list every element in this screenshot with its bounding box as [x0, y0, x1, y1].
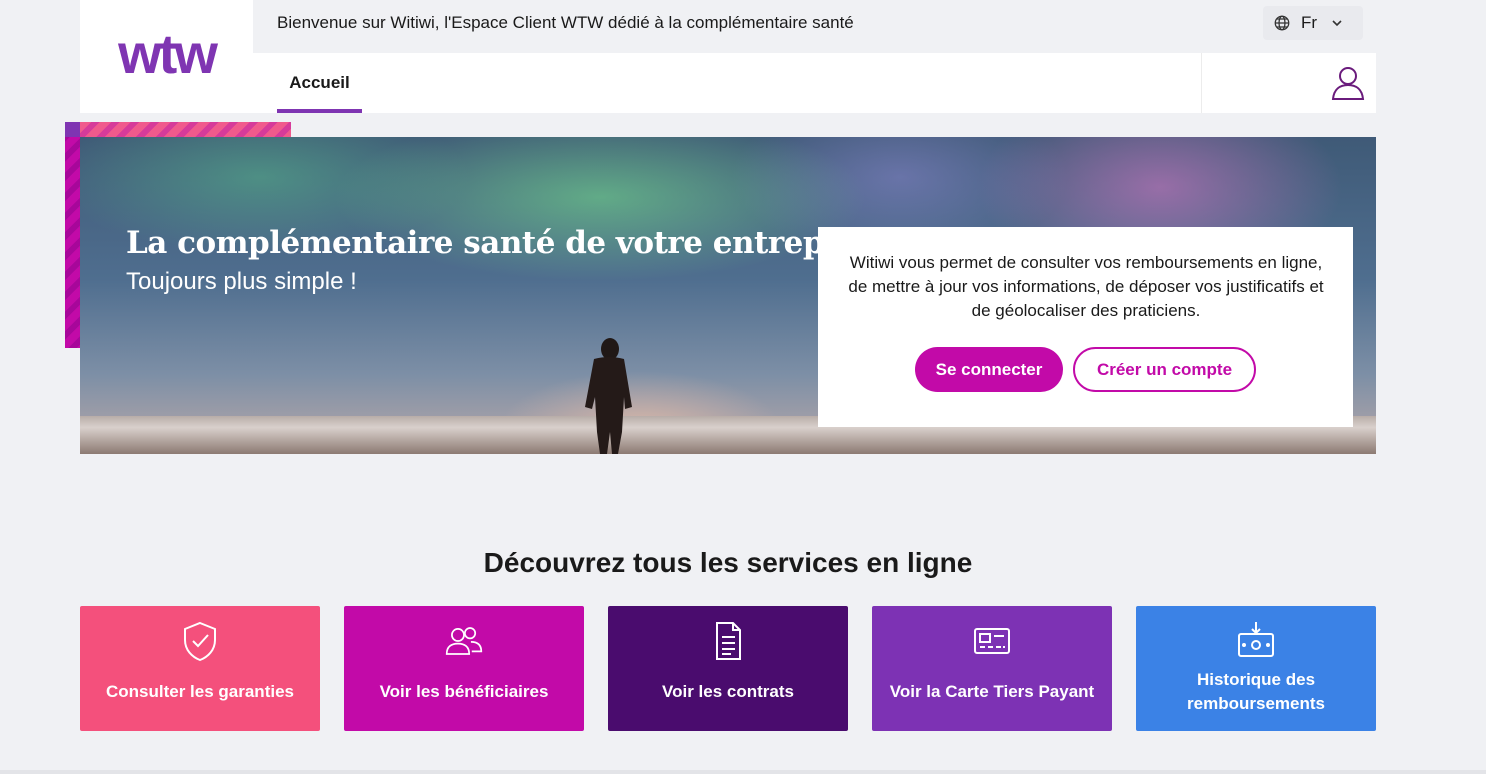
- create-account-button[interactable]: Créer un compte: [1073, 347, 1256, 392]
- login-button[interactable]: Se connecter: [915, 347, 1063, 392]
- user-icon[interactable]: [1328, 63, 1368, 103]
- tile-label: Voir les bénéficiaires: [379, 682, 549, 701]
- money-download-icon: [1238, 622, 1274, 657]
- decorative-bar: [65, 122, 80, 348]
- decorative-corner: [65, 122, 80, 137]
- tab-accueil[interactable]: Accueil: [277, 53, 362, 113]
- shield-check-icon: [184, 621, 216, 662]
- tile-beneficiaries[interactable]: Voir les bénéficiaires: [344, 606, 584, 731]
- tile-label: Consulter les garanties: [105, 682, 294, 701]
- tile-label: Voir les contrats: [662, 682, 794, 701]
- login-card: Witiwi vous permet de consulter vos remb…: [818, 227, 1353, 427]
- services-title: Découvrez tous les services en ligne: [483, 547, 973, 578]
- users-icon: [445, 627, 483, 655]
- logo-text: wtw: [118, 21, 218, 85]
- hero-title: La complémentaire santé de votre entrepr…: [126, 225, 888, 261]
- globe-icon: [1274, 15, 1290, 31]
- hero-person-silhouette: [585, 338, 632, 454]
- logo[interactable]: wtw: [80, 0, 253, 113]
- tile-guarantees[interactable]: Consulter les garanties: [80, 606, 320, 731]
- tile-contracts[interactable]: Voir les contrats: [608, 606, 848, 731]
- language-label: Fr: [1301, 13, 1318, 32]
- welcome-text: Bienvenue sur Witiwi, l'Espace Client WT…: [277, 13, 854, 32]
- hero-subtitle: Toujours plus simple !: [126, 268, 357, 295]
- tile-tiers-payant-card[interactable]: Voir la Carte Tiers Payant: [872, 606, 1112, 731]
- document-icon: [716, 622, 741, 660]
- top-bar: Bienvenue sur Witiwi, l'Espace Client WT…: [253, 0, 1376, 53]
- decorative-stripe: [80, 122, 291, 137]
- language-selector[interactable]: Fr: [1263, 6, 1363, 40]
- main-nav: Accueil: [253, 53, 1376, 113]
- nav-divider: [1201, 53, 1202, 113]
- tile-label: Historique des remboursements: [1187, 670, 1325, 713]
- chevron-down-icon: [1332, 20, 1342, 27]
- login-card-text: Witiwi vous permet de consulter vos remb…: [848, 253, 1324, 320]
- tile-reimbursement-history[interactable]: Historique des remboursements: [1136, 606, 1376, 731]
- bottom-divider: [0, 770, 1486, 774]
- card-icon: [974, 628, 1010, 654]
- tile-label: Voir la Carte Tiers Payant: [889, 682, 1095, 701]
